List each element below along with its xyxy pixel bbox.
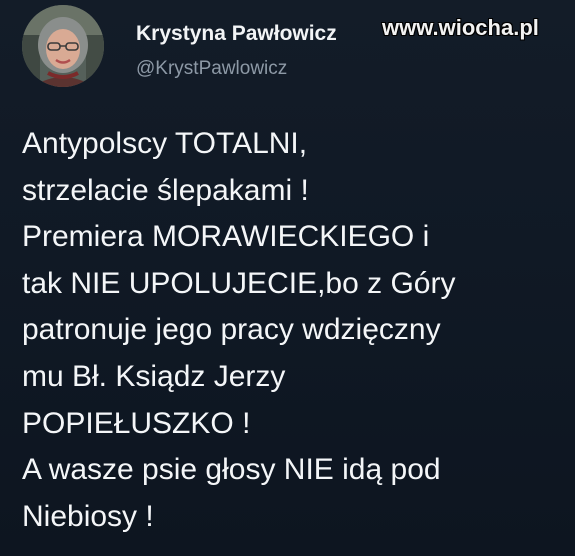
author-handle[interactable]: @KrystPawlowicz xyxy=(136,57,287,81)
tweet-line: tak NIE UPOLUJECIE,bo z Góry xyxy=(22,266,456,300)
tweet-line: Premiera MORAWIECKIEGO i xyxy=(22,220,430,254)
author-name[interactable]: Krystyna Pawłowicz xyxy=(136,21,337,47)
avatar[interactable] xyxy=(22,5,104,87)
tweet-text: Antypolscy TOTALNI, strzelacie ślepakami… xyxy=(22,121,567,540)
tweet-line: A wasze psie głosy NIE idą pod xyxy=(22,453,441,487)
tweet-line: Antypolscy TOTALNI, xyxy=(22,127,308,160)
tweet-line: patronuje jego pracy wdzięczny xyxy=(22,313,441,347)
profile-photo-icon xyxy=(22,5,104,87)
tweet-line: POPIEŁUSZKO ! xyxy=(22,406,251,440)
watermark: www.wiocha.pl xyxy=(382,15,539,40)
tweet-line: Niebiosy ! xyxy=(22,499,154,533)
tweet-line: strzelacie ślepakami ! xyxy=(22,173,309,207)
tweet-line: mu Bł. Ksiądz Jerzy xyxy=(22,359,286,393)
tweet-card: Krystyna Pawłowicz @KrystPawlowicz www.w… xyxy=(0,0,575,556)
